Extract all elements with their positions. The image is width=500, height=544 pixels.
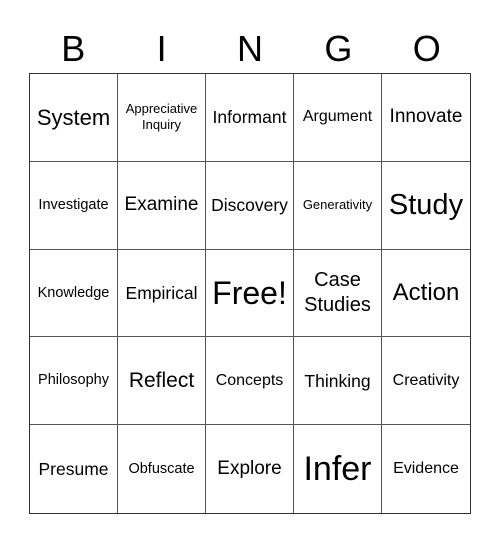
bingo-cell[interactable]: Examine xyxy=(118,161,206,250)
header-letter-g: G xyxy=(324,28,353,69)
free-space-cell[interactable]: Free! xyxy=(206,249,294,338)
bingo-cell[interactable]: Investigate xyxy=(30,161,118,250)
bingo-cell[interactable]: Reflect xyxy=(118,337,206,426)
header-letter-b: B xyxy=(61,28,86,69)
bingo-cell[interactable]: System xyxy=(30,74,118,162)
bingo-cell[interactable]: Argument xyxy=(294,74,382,162)
bingo-cell[interactable]: Infer xyxy=(294,425,382,513)
bingo-cell[interactable]: Case Studies xyxy=(294,249,382,338)
bingo-header: B I N G O xyxy=(29,26,471,72)
bingo-grid: System Appreciative Inquiry Informant Ar… xyxy=(29,73,471,514)
bingo-cell[interactable]: Appreciative Inquiry xyxy=(118,74,206,162)
bingo-cell[interactable]: Creativity xyxy=(382,337,470,426)
bingo-cell[interactable]: Explore xyxy=(206,425,294,513)
bingo-cell[interactable]: Generativity xyxy=(294,161,382,250)
bingo-cell[interactable]: Empirical xyxy=(118,249,206,338)
bingo-cell[interactable]: Knowledge xyxy=(30,249,118,338)
bingo-cell[interactable]: Evidence xyxy=(382,425,470,513)
bingo-cell[interactable]: Discovery xyxy=(206,161,294,250)
bingo-cell[interactable]: Thinking xyxy=(294,337,382,426)
header-letter-o: O xyxy=(412,28,441,69)
bingo-cell[interactable]: Obfuscate xyxy=(118,425,206,513)
bingo-cell[interactable]: Informant xyxy=(206,74,294,162)
bingo-cell[interactable]: Philosophy xyxy=(30,337,118,426)
bingo-cell[interactable]: Innovate xyxy=(382,74,470,162)
bingo-cell[interactable]: Action xyxy=(382,250,470,338)
header-letter-n: N xyxy=(236,28,263,69)
header-letter-i: I xyxy=(156,28,167,69)
bingo-cell[interactable]: Concepts xyxy=(206,337,294,426)
bingo-cell[interactable]: Study xyxy=(382,162,470,250)
bingo-cell[interactable]: Presume xyxy=(30,425,118,513)
